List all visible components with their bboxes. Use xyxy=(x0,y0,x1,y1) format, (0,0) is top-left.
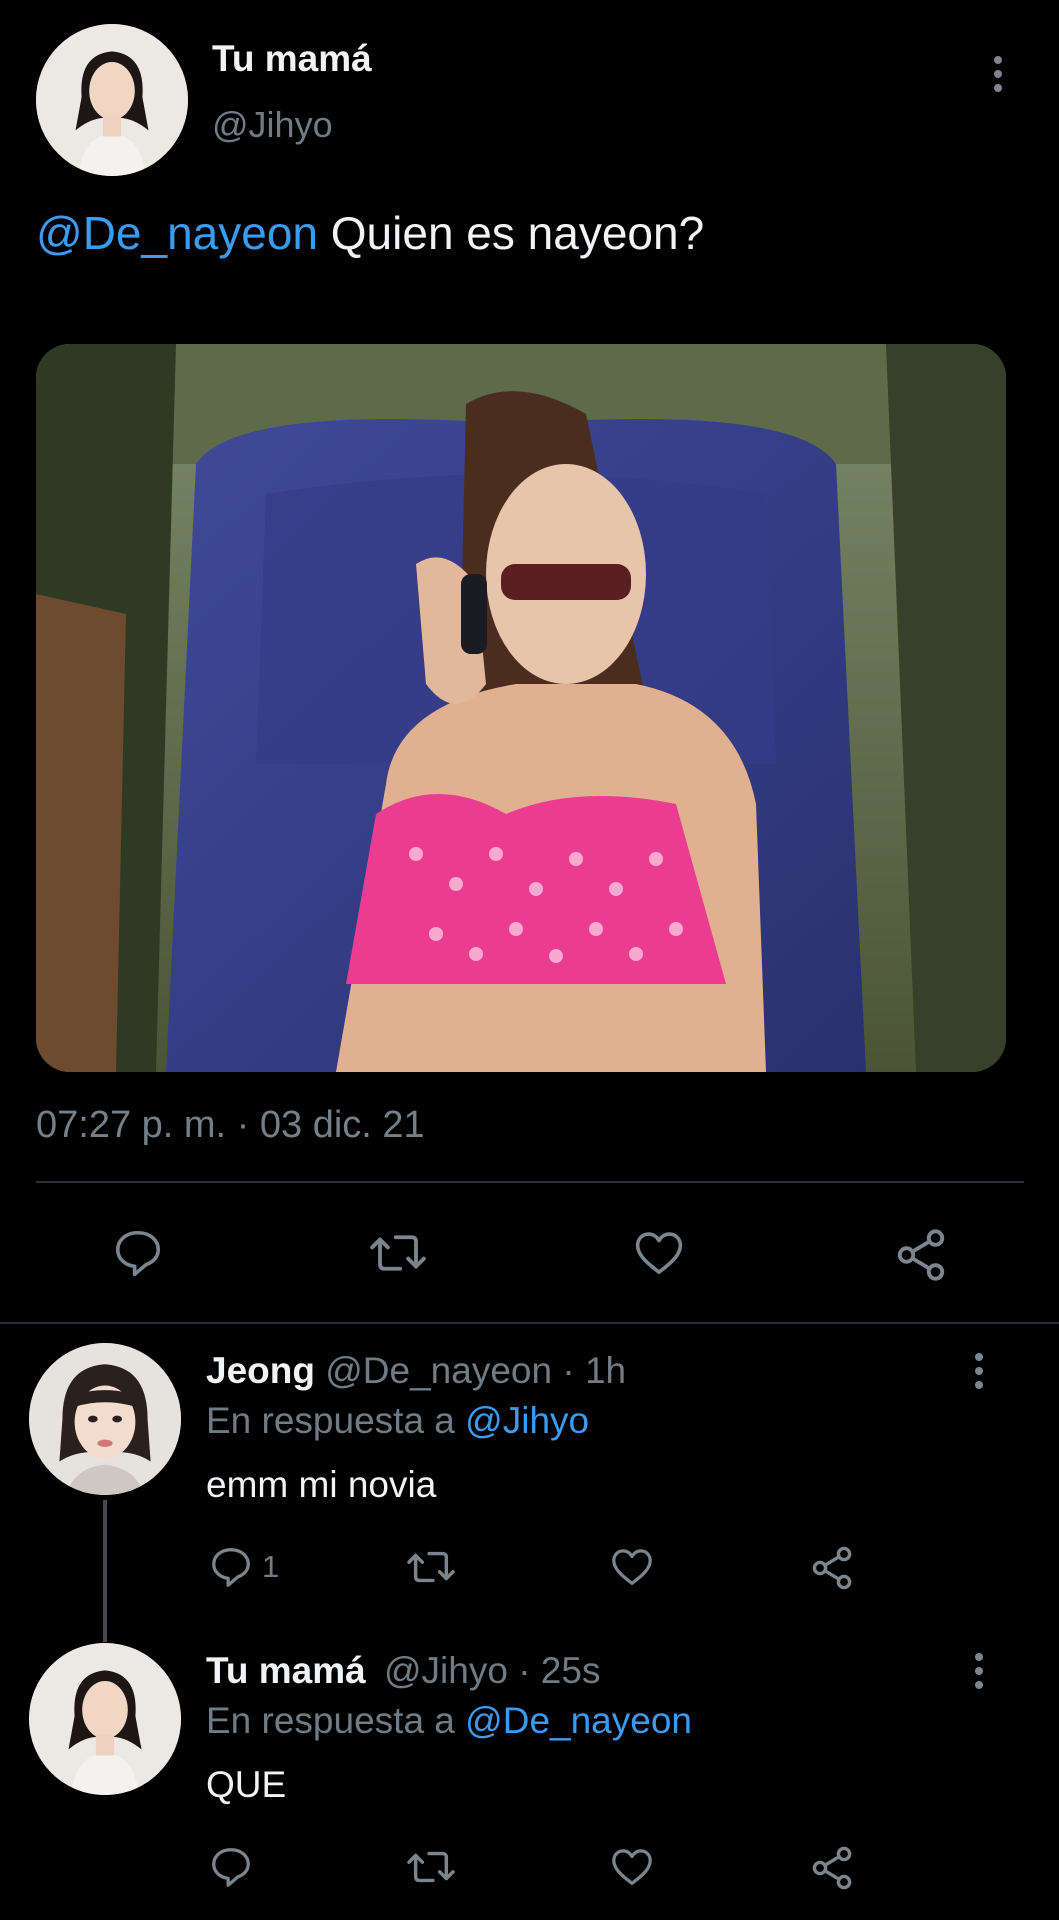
reply-icon xyxy=(212,1848,250,1887)
like-icon xyxy=(612,1549,652,1585)
reply2-share-button[interactable] xyxy=(808,1844,856,1892)
reply-icon xyxy=(115,1230,161,1277)
main-tweet-text: @De_nayeon Quien es nayeon? xyxy=(36,206,704,260)
reply1-reply-button[interactable]: 1 xyxy=(208,1544,279,1590)
retweet-button[interactable] xyxy=(366,1226,430,1280)
reply2-retweet-button[interactable] xyxy=(404,1844,458,1890)
reply2-like-button[interactable] xyxy=(608,1844,656,1890)
reply1-share-button[interactable] xyxy=(808,1544,856,1592)
reply2-reply-button[interactable] xyxy=(208,1844,254,1890)
main-timestamp[interactable]: 07:27 p. m. · 03 dic. 21 xyxy=(36,1104,425,1147)
reply1-text: emm mi novia xyxy=(206,1464,437,1505)
reply-icon xyxy=(212,1548,250,1587)
retweet-icon xyxy=(407,1551,455,1583)
reply2-context-prefix: En respuesta a xyxy=(206,1700,455,1741)
more-dot xyxy=(975,1381,983,1389)
main-more-button[interactable] xyxy=(983,46,1013,102)
retweet-icon xyxy=(370,1235,426,1271)
section-divider xyxy=(0,1322,1059,1324)
more-dot xyxy=(994,70,1002,78)
timestamp-divider xyxy=(36,1181,1024,1183)
like-button[interactable] xyxy=(630,1226,688,1280)
thread-connector xyxy=(103,1500,107,1642)
mention-link[interactable]: @De_nayeon xyxy=(36,207,318,259)
more-dot xyxy=(975,1667,983,1675)
reply2-more-button[interactable] xyxy=(964,1643,994,1699)
reply1-display-name[interactable]: Jeong xyxy=(206,1350,315,1391)
more-dot xyxy=(975,1653,983,1661)
reply2-display-name[interactable]: Tu mamá xyxy=(206,1650,366,1691)
more-dot xyxy=(975,1353,983,1361)
avatar-portrait-icon xyxy=(29,1643,181,1795)
reply1-handle[interactable]: @De_nayeon xyxy=(325,1350,552,1391)
reply2-time[interactable]: · 25s xyxy=(518,1650,600,1691)
reply1-context-prefix: En respuesta a xyxy=(206,1400,455,1441)
main-display-name[interactable]: Tu mamá xyxy=(212,38,372,80)
tweet-body: Quien es nayeon? xyxy=(318,207,705,259)
tweet-media[interactable] xyxy=(36,344,1006,1072)
reply1-reply-count: 1 xyxy=(262,1549,280,1584)
share-icon xyxy=(812,1846,852,1890)
reply1-context: En respuesta a @Jihyo xyxy=(206,1400,589,1442)
share-icon xyxy=(897,1229,945,1281)
avatar-portrait-icon xyxy=(36,24,188,176)
more-dot xyxy=(975,1681,983,1689)
reply1-retweet-button[interactable] xyxy=(404,1544,458,1590)
reply2-avatar[interactable] xyxy=(29,1643,181,1795)
reply2-context-link[interactable]: @De_nayeon xyxy=(465,1700,692,1741)
reply1-like-button[interactable] xyxy=(608,1544,656,1590)
reply2-context: En respuesta a @De_nayeon xyxy=(206,1700,692,1742)
main-avatar[interactable] xyxy=(36,24,188,176)
reply2-text: QUE xyxy=(206,1764,287,1805)
reply2-handle[interactable]: @Jihyo xyxy=(384,1650,508,1691)
main-handle[interactable]: @Jihyo xyxy=(212,104,333,146)
reply-button[interactable] xyxy=(110,1226,166,1280)
more-dot xyxy=(975,1367,983,1375)
more-dot xyxy=(994,56,1002,64)
reply1-avatar[interactable] xyxy=(29,1343,181,1495)
share-button[interactable] xyxy=(892,1226,950,1284)
reply1-more-button[interactable] xyxy=(964,1343,994,1399)
reply1-header: Jeong @De_nayeon · 1h xyxy=(206,1350,626,1392)
reply1-context-link[interactable]: @Jihyo xyxy=(465,1400,589,1441)
more-dot xyxy=(994,84,1002,92)
like-icon xyxy=(635,1232,683,1274)
media-photo-illustration xyxy=(36,344,1006,1072)
reply2-header: Tu mamá @Jihyo · 25s xyxy=(206,1650,600,1692)
avatar-portrait-icon xyxy=(29,1343,181,1495)
tweet-thread-page: Tu mamá @Jihyo @De_nayeon Quien es nayeo… xyxy=(0,0,1059,1920)
share-icon xyxy=(812,1546,852,1590)
retweet-icon xyxy=(407,1851,455,1883)
like-icon xyxy=(612,1849,652,1885)
reply1-time[interactable]: · 1h xyxy=(562,1350,626,1391)
